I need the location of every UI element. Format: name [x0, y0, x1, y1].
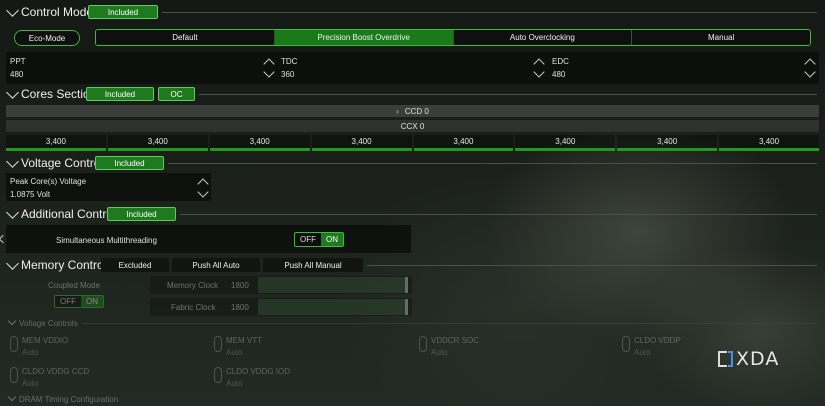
- collapse-chevron-icon[interactable]: [7, 316, 17, 326]
- mode-precision-boost-overdrive[interactable]: Precision Boost Overdrive: [274, 30, 454, 45]
- memory-clock-slider[interactable]: [258, 277, 408, 293]
- collapse-chevron-icon[interactable]: [6, 4, 19, 17]
- fabric-clock-slider-handle[interactable]: [405, 299, 408, 315]
- memory-tab-push-all-auto[interactable]: Push All Auto: [172, 258, 260, 272]
- coupled-toggle-on[interactable]: ON: [81, 296, 103, 307]
- cldo-vddp-value: Auto: [634, 348, 651, 357]
- collapse-chevron-icon[interactable]: [6, 257, 19, 270]
- cldo-vddg-iod-toggle[interactable]: [214, 367, 222, 383]
- core-frequency-3[interactable]: 3,400: [311, 135, 412, 151]
- control-mode-title: Control Mode: [21, 5, 94, 19]
- mem-vddio-label: MEM VDDIO: [22, 336, 69, 345]
- mode-selector[interactable]: Default Precision Boost Overdrive Auto O…: [95, 29, 811, 46]
- memory-clock-value: 1800: [231, 281, 249, 290]
- smt-toggle[interactable]: OFF ON: [294, 232, 344, 247]
- cldo-vddg-iod-label: CLDO VDDG IOD: [226, 367, 291, 376]
- core-frequency-4[interactable]: 3,400: [413, 135, 514, 151]
- eco-mode-button[interactable]: Eco-Mode: [14, 30, 80, 46]
- core-frequency-0[interactable]: 3,400: [6, 135, 106, 151]
- collapse-chevron-icon[interactable]: [6, 86, 19, 99]
- section-divider: [199, 94, 817, 95]
- core-frequency-2[interactable]: 3,400: [209, 135, 310, 151]
- vddcr-soc-toggle[interactable]: [419, 336, 427, 352]
- memory-clock-slider-handle[interactable]: [405, 277, 408, 293]
- mem-vddio-toggle[interactable]: [10, 336, 18, 352]
- ccx-header: CCX 0: [6, 120, 819, 132]
- voltage-controls-title: Voltage Controls: [19, 319, 78, 328]
- control-mode-included-badge[interactable]: Included: [88, 5, 158, 19]
- ppt-label: PPT: [10, 57, 26, 66]
- ppt-value[interactable]: 480: [10, 70, 23, 79]
- cldo-vddp-toggle[interactable]: [622, 336, 630, 352]
- coupled-mode-toggle[interactable]: OFF ON: [54, 295, 104, 308]
- collapse-chevron-icon[interactable]: [7, 392, 17, 402]
- peak-voltage-label: Peak Core(s) Voltage: [10, 177, 87, 186]
- coupled-toggle-off[interactable]: OFF: [55, 296, 81, 307]
- core-frequency-6[interactable]: 3,400: [617, 135, 718, 151]
- section-divider: [162, 12, 817, 13]
- smt-toggle-on[interactable]: ON: [321, 233, 343, 246]
- core-frequency-1[interactable]: 3,400: [107, 135, 208, 151]
- memory-clock-label: Memory Clock: [167, 281, 219, 290]
- core-frequency-7[interactable]: 3,400: [719, 135, 819, 151]
- smt-toggle-off[interactable]: OFF: [295, 233, 321, 246]
- peak-voltage-value[interactable]: 1.0875 Volt: [10, 190, 50, 199]
- coupled-mode-label: Coupled Mode: [48, 281, 101, 290]
- smt-label: Simultaneous Multithreading: [56, 236, 157, 245]
- xda-logo: XDA: [718, 348, 779, 370]
- core-frequency-5[interactable]: 3,400: [515, 135, 616, 151]
- collapse-chevron-icon[interactable]: [6, 155, 19, 168]
- core-frequency-row: 3,400 3,400 3,400 3,400 3,400 3,400 3,40…: [6, 135, 819, 151]
- memory-tab-excluded[interactable]: Excluded: [101, 258, 169, 272]
- voltage-control-included-badge[interactable]: Included: [95, 156, 164, 170]
- cldo-vddg-ccd-value: Auto: [22, 379, 39, 388]
- section-divider: [367, 265, 817, 266]
- memory-tab-push-all-manual[interactable]: Push All Manual: [263, 258, 363, 272]
- xda-logo-text: XDA: [736, 348, 780, 370]
- xda-logo-bracket-icon: [728, 351, 733, 367]
- edc-value[interactable]: 480: [552, 70, 565, 79]
- edc-label: EDC: [552, 57, 569, 66]
- fabric-clock-slider[interactable]: [258, 299, 408, 315]
- ccd-expander[interactable]: › CCD 0: [6, 105, 819, 117]
- ccd-label: CCD 0: [404, 106, 429, 116]
- additional-control-title: Additional Control: [21, 207, 116, 221]
- cldo-vddg-ccd-label: CLDO VDDG CCD: [22, 367, 90, 376]
- additional-control-included-badge[interactable]: Included: [107, 207, 176, 221]
- cores-section-included-badge[interactable]: Included: [86, 87, 154, 101]
- cores-section-oc-badge[interactable]: OC: [158, 87, 195, 101]
- tdc-value[interactable]: 360: [281, 70, 294, 79]
- fabric-clock-value: 1800: [231, 303, 249, 312]
- mem-vtt-value: Auto: [226, 348, 243, 357]
- chevron-right-icon: ›: [396, 106, 399, 116]
- fabric-clock-label: Fabric Clock: [171, 303, 216, 312]
- cldo-vddp-label: CLDO VDDP: [634, 336, 681, 345]
- dram-timing-title: DRAM Timing Configuration: [19, 395, 119, 404]
- section-divider: [168, 163, 817, 164]
- mem-vtt-label: MEM VTT: [226, 336, 262, 345]
- cldo-vddg-iod-value: Auto: [226, 379, 243, 388]
- limits-panel: [6, 52, 819, 84]
- memory-control-title: Memory Control: [21, 258, 107, 272]
- voltage-control-title: Voltage Control: [21, 156, 104, 170]
- mode-manual[interactable]: Manual: [632, 30, 810, 45]
- mem-vddio-value: Auto: [22, 348, 39, 357]
- section-divider: [82, 323, 817, 324]
- cldo-vddg-ccd-toggle[interactable]: [10, 367, 18, 383]
- ccx-label: CCX 0: [400, 121, 425, 131]
- vddcr-soc-label: VDDCR SOC: [431, 336, 480, 345]
- mem-vtt-toggle[interactable]: [214, 336, 222, 352]
- collapse-chevron-icon[interactable]: [6, 206, 19, 219]
- vddcr-soc-value: Auto: [431, 348, 448, 357]
- mode-auto-overclocking[interactable]: Auto Overclocking: [453, 30, 633, 45]
- mode-default[interactable]: Default: [96, 30, 275, 45]
- tdc-label: TDC: [281, 57, 298, 66]
- section-divider: [180, 214, 817, 215]
- eco-mode-label: Eco-Mode: [15, 31, 79, 45]
- xda-logo-bracket-icon: [718, 351, 727, 367]
